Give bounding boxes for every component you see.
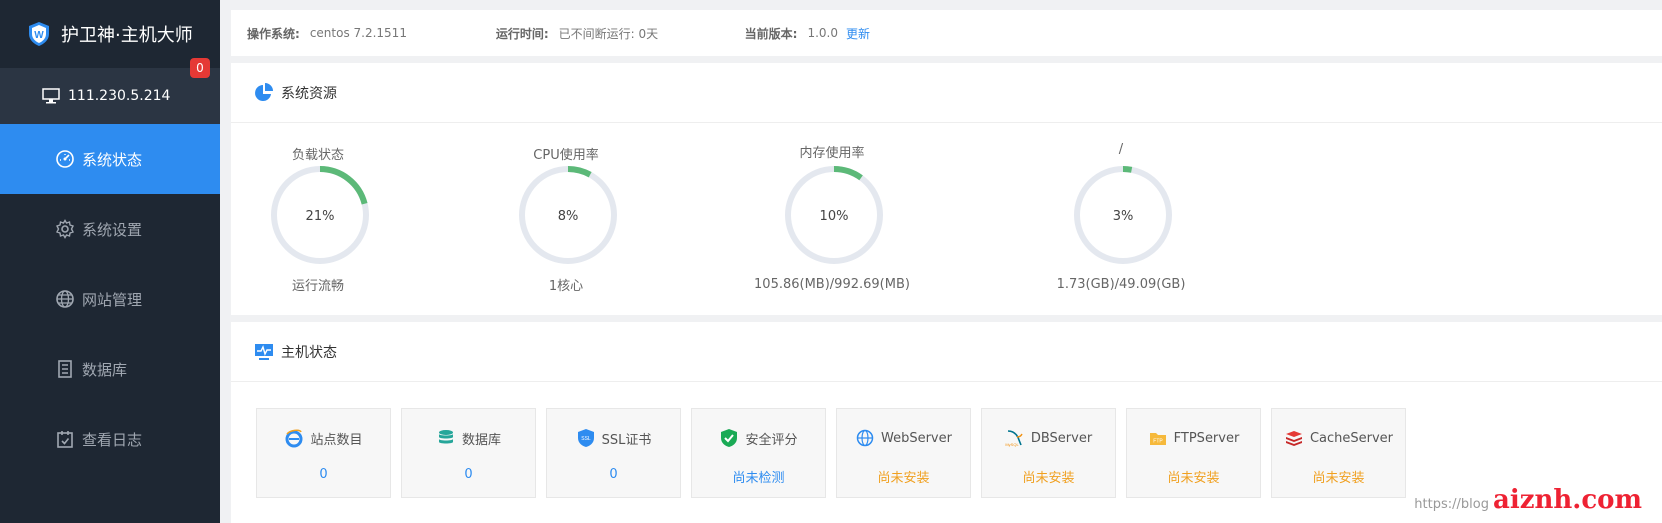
os-label: 操作系统: bbox=[247, 26, 300, 41]
card-title: DBServer bbox=[1030, 430, 1093, 446]
card-ssl[interactable]: SSL SSL证书 0 bbox=[546, 408, 681, 498]
gauge-percent: 10% bbox=[819, 209, 849, 224]
monitor-icon bbox=[42, 88, 60, 104]
globe-icon bbox=[56, 290, 74, 308]
panel-header: 主机状态 bbox=[231, 322, 1662, 382]
gauges: 负载状态 21% 运行流畅 CPU使用率 8% 1核心 内存使用率 10% 10… bbox=[231, 123, 1662, 313]
panel-title: 主机状态 bbox=[281, 344, 337, 361]
card-cacheserver[interactable]: CacheServer 尚未安装 bbox=[1271, 408, 1406, 498]
card-webserver[interactable]: WebServer 尚未安装 bbox=[836, 408, 971, 498]
globe-icon bbox=[856, 429, 874, 447]
sidebar: W 护卫神·主机大师 111.230.5.214 0 系统状态 系统设置 网站管… bbox=[0, 0, 220, 523]
uptime-value: 已不间断运行: 0天 bbox=[558, 26, 659, 41]
pie-chart-icon bbox=[255, 82, 273, 101]
sidebar-item-label: 系统设置 bbox=[82, 220, 143, 239]
card-ftpserver[interactable]: FTP FTPServer 尚未安装 bbox=[1126, 408, 1261, 498]
card-title: SSL证书 bbox=[601, 432, 652, 448]
card-title: CacheServer bbox=[1309, 430, 1394, 446]
gauge-percent: 8% bbox=[557, 209, 579, 224]
gauge-percent: 3% bbox=[1112, 209, 1134, 224]
card-title: 站点数目 bbox=[310, 432, 363, 448]
redis-icon bbox=[1285, 431, 1302, 446]
os-value: centos 7.2.1511 bbox=[309, 26, 407, 40]
sidebar-item-label: 数据库 bbox=[82, 360, 128, 379]
sidebar-item-database[interactable]: 数据库 bbox=[0, 334, 220, 404]
card-database[interactable]: 数据库 0 bbox=[401, 408, 536, 498]
dashboard-icon bbox=[56, 150, 74, 168]
sidebar-item-label: 查看日志 bbox=[82, 430, 143, 449]
system-resources-panel: 系统资源 负载状态 21% 运行流畅 CPU使用率 8% 1核心 内存使用率 1… bbox=[231, 63, 1662, 315]
sidebar-item-label: 系统状态 bbox=[82, 150, 143, 169]
card-site-count[interactable]: 站点数目 0 bbox=[256, 408, 391, 498]
card-title: 数据库 bbox=[461, 432, 501, 448]
watermark: https://blog aiznh.com bbox=[1414, 485, 1642, 515]
gear-icon bbox=[56, 219, 74, 239]
sidebar-item-system-status[interactable]: 系统状态 bbox=[0, 124, 220, 194]
card-value: 0 bbox=[319, 467, 328, 482]
notification-badge[interactable]: 0 bbox=[190, 58, 210, 78]
shield-check-icon bbox=[721, 429, 738, 447]
sidebar-item-system-settings[interactable]: 系统设置 bbox=[0, 194, 220, 264]
card-value: 尚未安装 bbox=[877, 471, 930, 486]
panel-header: 系统资源 bbox=[231, 63, 1662, 123]
monitor-pulse-icon bbox=[255, 343, 273, 360]
gauge-subtitle: 运行流畅 bbox=[291, 279, 344, 294]
version-label: 当前版本: bbox=[744, 26, 798, 41]
watermark-url: https://blog bbox=[1414, 497, 1489, 512]
svg-text:FTP: FTP bbox=[1153, 439, 1163, 445]
card-title: 安全评分 bbox=[745, 432, 798, 448]
card-value: 0 bbox=[609, 467, 618, 482]
card-title: WebServer bbox=[881, 430, 952, 446]
card-value: 尚未安装 bbox=[1312, 471, 1365, 486]
card-title: FTPServer bbox=[1173, 430, 1240, 446]
shield-logo-icon: W bbox=[29, 22, 49, 46]
mysql-icon: MySQL bbox=[1005, 430, 1023, 447]
database-icon bbox=[438, 430, 453, 444]
watermark-brand: aiznh.com bbox=[1492, 485, 1642, 515]
uptime-label: 运行时间: bbox=[495, 26, 549, 41]
database-icon bbox=[58, 360, 72, 378]
gauge-subtitle: 1.73(GB)/49.09(GB) bbox=[1056, 277, 1186, 292]
gauge-subtitle: 1核心 bbox=[548, 279, 584, 294]
card-value: 尚未安装 bbox=[1022, 471, 1075, 486]
calendar-check-icon bbox=[57, 431, 73, 448]
host-ip: 111.230.5.214 bbox=[68, 88, 171, 104]
host-selector[interactable]: 111.230.5.214 0 bbox=[0, 58, 220, 124]
gauge-title: 负载状态 bbox=[291, 148, 344, 163]
sidebar-item-site-management[interactable]: 网站管理 bbox=[0, 264, 220, 334]
gauge-title: 内存使用率 bbox=[799, 146, 865, 161]
app-title: 护卫神·主机大师 bbox=[61, 25, 193, 46]
gauge-title: / bbox=[1118, 142, 1124, 157]
main-content: 操作系统: centos 7.2.1511 运行时间: 已不间断运行: 0天 当… bbox=[231, 0, 1662, 523]
card-value: 0 bbox=[464, 467, 473, 482]
gauge-subtitle: 105.86(MB)/992.69(MB) bbox=[754, 277, 910, 292]
svg-text:SSL: SSL bbox=[581, 436, 591, 442]
sidebar-item-view-logs[interactable]: 查看日志 bbox=[0, 404, 220, 474]
card-value: 尚未安装 bbox=[1167, 471, 1220, 486]
brand[interactable]: W 护卫神·主机大师 bbox=[0, 0, 220, 68]
ssl-icon: SSL bbox=[577, 429, 594, 447]
update-link[interactable]: 更新 bbox=[846, 25, 870, 42]
card-security-score[interactable]: 安全评分 尚未检测 bbox=[691, 408, 826, 498]
system-info-bar: 操作系统: centos 7.2.1511 运行时间: 已不间断运行: 0天 当… bbox=[231, 10, 1662, 56]
gauge-percent: 21% bbox=[305, 209, 335, 224]
svg-text:MySQL: MySQL bbox=[1005, 442, 1019, 447]
ie-icon bbox=[285, 429, 303, 448]
host-status-cards: 站点数目 0 数据库 0 SSL SSL证书 0 安全评分 尚未检测 WebSe… bbox=[231, 382, 1662, 498]
gauge-title: CPU使用率 bbox=[533, 148, 599, 163]
panel-title: 系统资源 bbox=[281, 85, 337, 102]
svg-text:W: W bbox=[34, 30, 44, 41]
sidebar-item-label: 网站管理 bbox=[82, 290, 143, 309]
version-value: 1.0.0 bbox=[807, 26, 838, 40]
ftp-folder-icon: FTP bbox=[1149, 433, 1166, 445]
host-status-panel: 主机状态 站点数目 0 数据库 0 SSL SSL证书 0 安全评分 尚未检测 … bbox=[231, 322, 1662, 523]
card-value: 尚未检测 bbox=[732, 471, 785, 486]
card-dbserver[interactable]: MySQL DBServer 尚未安装 bbox=[981, 408, 1116, 498]
